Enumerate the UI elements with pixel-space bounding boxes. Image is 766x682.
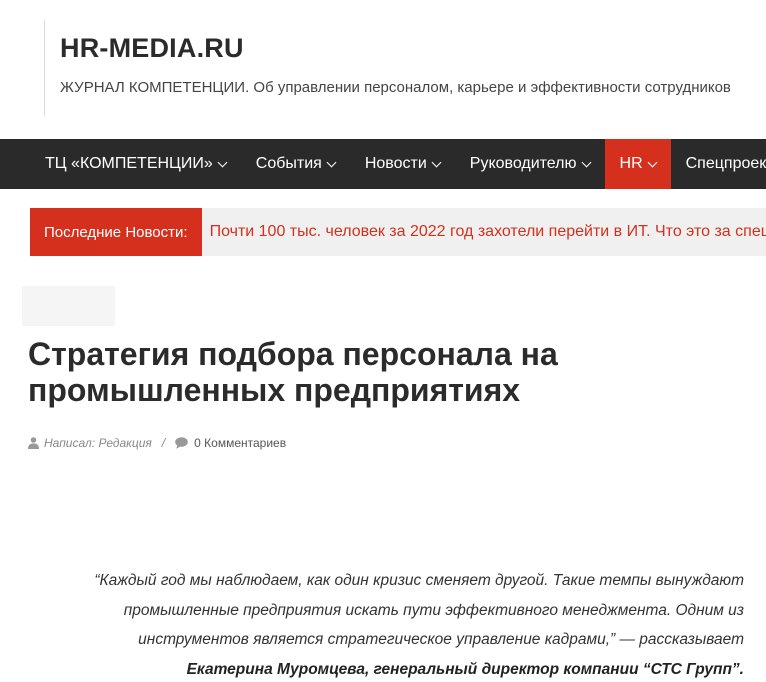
- ticker-label: Последние Новости:: [30, 208, 202, 256]
- comments-link[interactable]: 0 Комментариев: [194, 436, 286, 450]
- ticker-headline-link[interactable]: Почти 100 тыс. человек за 2022 год захот…: [202, 208, 766, 256]
- chevron-down-icon: [581, 157, 591, 167]
- nav-item-label: Спецпроекты: [685, 155, 766, 172]
- site-description: ЖУРНАЛ КОМПЕТЕНЦИИ. Об управлении персон…: [60, 79, 731, 96]
- article-quote: “Каждый год мы наблюдаем, как один кризи…: [60, 566, 744, 682]
- nav-item-label: Новости: [364, 155, 427, 172]
- chevron-down-icon: [326, 157, 337, 167]
- nav-item-label: ТЦ «КОМПЕТЕНЦИИ»: [45, 155, 213, 172]
- nav-item-events[interactable]: События: [241, 139, 350, 189]
- nav-item-label: Руководителю: [469, 155, 577, 172]
- chevron-down-icon: [647, 157, 658, 167]
- quote-text: “Каждый год мы наблюдаем, как один кризи…: [94, 572, 744, 648]
- main-navigation: ТЦ «КОМПЕТЕНЦИИ» События Новости Руковод…: [0, 139, 766, 189]
- nav-item-hr[interactable]: HR: [604, 139, 671, 189]
- category-placeholder: [22, 286, 115, 326]
- chevron-down-icon: [431, 157, 442, 167]
- nav-item-label: События: [255, 155, 322, 172]
- site-header: HR-MEDIA.RU ЖУРНАЛ КОМПЕТЕНЦИИ. Об управ…: [44, 20, 766, 116]
- nav-item-competencies[interactable]: ТЦ «КОМПЕТЕНЦИИ»: [30, 139, 241, 189]
- nav-item-label: HR: [619, 155, 643, 172]
- quote-author: Екатерина Муромцева, генеральный директо…: [186, 660, 744, 678]
- user-icon: [28, 437, 39, 449]
- post-meta: Написал: Редакция / 0 Комментариев: [28, 436, 286, 450]
- chevron-down-icon: [217, 157, 228, 167]
- site-title[interactable]: HR-MEDIA.RU: [60, 33, 244, 64]
- meta-separator: /: [161, 436, 166, 450]
- news-ticker: Последние Новости: Почти 100 тыс. челове…: [30, 208, 766, 256]
- nav-item-manager[interactable]: Руководителю: [455, 139, 605, 189]
- nav-item-special-projects[interactable]: Спецпроекты: [671, 139, 766, 189]
- post-title: Стратегия подбора персонала на промышлен…: [28, 336, 558, 408]
- comment-icon: [175, 437, 188, 449]
- nav-item-news[interactable]: Новости: [350, 139, 455, 189]
- post-author[interactable]: Написал: Редакция: [44, 436, 152, 450]
